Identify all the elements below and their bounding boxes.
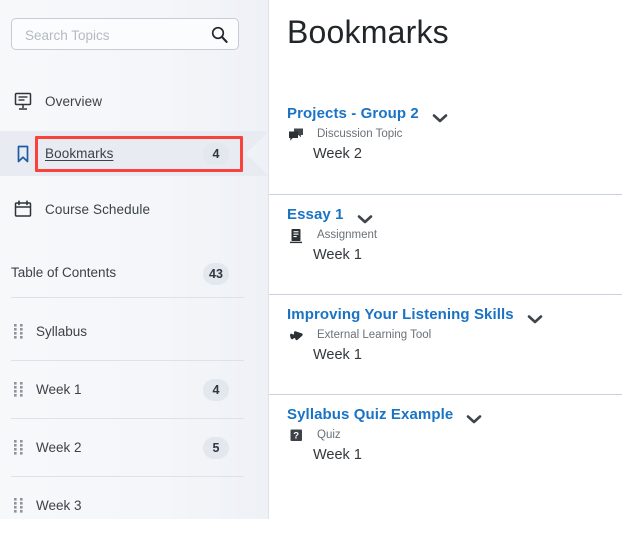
bookmark-type-label: Assignment [317,229,378,241]
chevron-down-icon[interactable] [431,111,449,123]
drag-handle-icon[interactable] [14,498,23,513]
list-item-label: Week 3 [36,498,82,513]
sidebar-item-overview[interactable]: Overview [0,78,269,124]
table-of-contents-header: Table of Contents 43 [0,256,269,294]
bookmark-meta: External Learning Tool [287,328,622,346]
sidebar-item-label[interactable]: Bookmarks [45,146,113,161]
bookmark-week-label: Week 1 [313,347,362,363]
status-badge: 4 [203,379,229,401]
list-item: Syllabus Quiz Example ? Quiz Week 1 [269,394,622,494]
table-of-contents-title: Table of Contents [11,265,117,280]
sidebar-item-course-schedule[interactable]: Course Schedule [0,186,269,232]
search-input[interactable] [23,19,207,51]
bookmark-type-label: Quiz [317,429,341,441]
bookmarks-page: Overview Bookmarks 4 Course Sch [0,0,622,519]
bookmark-title-link[interactable]: Syllabus Quiz Example [287,395,453,423]
calendar-icon [12,198,34,220]
list-item: Improving Your Listening Skills External… [269,294,622,394]
divider [11,297,244,298]
table-of-contents-count: 43 [203,263,229,285]
course-sidebar: Overview Bookmarks 4 Course Sch [0,0,269,519]
sidebar-item-week-3[interactable]: Week 3 [0,477,269,535]
bookmark-week-label: Week 1 [313,247,362,263]
bookmark-title-link[interactable]: Projects - Group 2 [287,94,419,122]
sidebar-item-bookmarks[interactable]: Bookmarks 4 [0,131,269,176]
status-badge: 4 [203,143,229,165]
bookmark-title-link[interactable]: Essay 1 [287,195,344,223]
list-item: Projects - Group 2 Discussion Topic Week… [269,94,622,194]
sidebar-item-week-2[interactable]: Week 2 5 [0,419,269,477]
bookmark-meta: Discussion Topic [287,127,622,145]
drag-handle-icon[interactable] [14,440,23,455]
search-icon[interactable] [211,26,228,43]
bookmark-week-label: Week 2 [313,146,362,162]
list-item: Essay 1 Assignment Week 1 [269,194,622,294]
chevron-down-icon[interactable] [356,212,374,224]
chevron-down-icon[interactable] [465,412,483,424]
bookmark-title-link[interactable]: Improving Your Listening Skills [287,295,514,323]
bookmark-type-label: Discussion Topic [317,128,403,140]
list-item-label: Week 1 [36,382,82,397]
page-title: Bookmarks [287,14,449,50]
sidebar-item-syllabus[interactable]: Syllabus [0,303,269,361]
chevron-down-icon[interactable] [526,312,544,324]
puzzle-piece-icon [288,328,305,344]
bookmark-meta: Assignment [287,228,622,246]
bookmark-type-label: External Learning Tool [317,329,432,341]
svg-text:?: ? [293,431,299,442]
bookmark-meta: ? Quiz [287,428,622,446]
sidebar-item-label: Overview [45,93,103,109]
search-box[interactable] [11,18,239,51]
list-item-label: Week 2 [36,440,82,455]
search-topics-container [11,18,239,51]
presentation-icon [12,90,34,112]
sidebar-item-label: Course Schedule [45,201,151,217]
drag-handle-icon[interactable] [14,382,23,397]
sidebar-item-week-1[interactable]: Week 1 4 [0,361,269,419]
status-badge: 5 [203,437,229,459]
assignment-icon [288,228,305,244]
bookmarks-list: Projects - Group 2 Discussion Topic Week… [269,94,622,494]
bookmark-flag-icon [12,143,34,165]
drag-handle-icon[interactable] [14,324,23,339]
quiz-question-icon: ? [288,428,305,444]
main-content: Bookmarks Projects - Group 2 Discussion … [269,0,622,519]
list-item-label: Syllabus [36,324,88,339]
bookmark-week-label: Week 1 [313,447,362,463]
discussion-icon [288,127,305,143]
